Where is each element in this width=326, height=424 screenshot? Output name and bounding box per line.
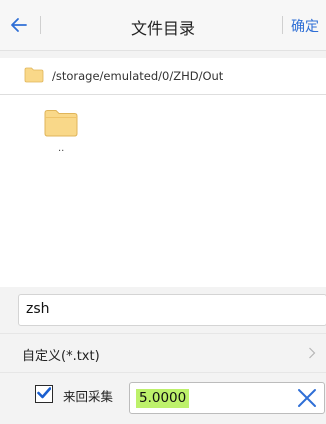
distance-input[interactable]: 5.0000 [129,382,325,414]
current-path-bar: /storage/emulated/0/ZHD/Out [0,58,326,95]
filename-input[interactable] [26,301,306,317]
page-title: 文件目录 [130,19,195,38]
file-type-filter[interactable]: 自定义(*.txt) [0,333,326,373]
parent-folder-item[interactable]: .. [44,109,78,154]
distance-value[interactable]: 5.0000 [136,389,190,408]
path-text: /storage/emulated/0/ZHD/Out [52,69,224,83]
checkmark-icon [37,387,51,399]
round-trip-settings: 来回采集 5.0000 [0,376,326,424]
file-name: .. [58,143,65,154]
divider [282,16,283,34]
top-bar: 文件目录 确定 [0,0,326,51]
chevron-right-icon [309,347,316,359]
clear-icon[interactable] [296,387,318,409]
round-trip-checkbox[interactable] [35,385,53,403]
round-trip-label: 来回采集 [63,389,114,404]
file-list: .. [0,95,326,287]
filename-field[interactable] [18,294,326,326]
folder-icon [44,110,78,137]
file-type-label: 自定义(*.txt) [22,349,100,364]
folder-icon [24,67,44,83]
confirm-button[interactable]: 确定 [291,16,319,36]
